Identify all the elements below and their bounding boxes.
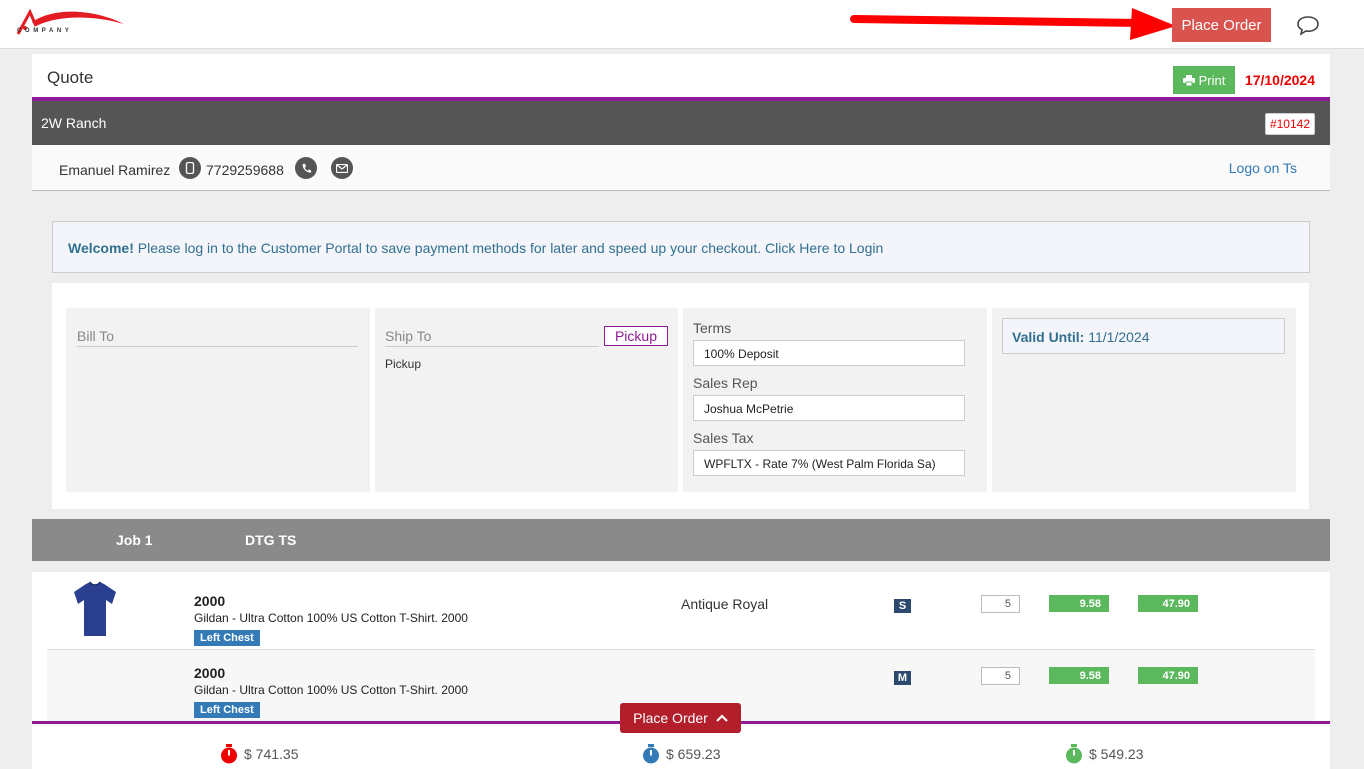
sales-tax-field[interactable]: WPFLTX - Rate 7% (West Palm Florida Sa) (693, 450, 965, 476)
email-icon[interactable] (331, 157, 353, 179)
logo-link[interactable]: Logo on Ts (1229, 160, 1297, 176)
address-section: Bill To Ship To Pickup Pickup Terms 100%… (52, 283, 1309, 509)
ship-to-panel: Ship To Pickup Pickup (375, 308, 678, 492)
print-button[interactable]: Print (1173, 66, 1235, 94)
print-label: Print (1198, 72, 1226, 88)
total-red: $ 741.35 (220, 744, 299, 764)
red-arrow-annotation (850, 8, 1176, 40)
place-order-bottom-button[interactable]: Place Order (620, 703, 741, 733)
company-name: 2W Ranch (41, 115, 107, 131)
chevron-up-icon (716, 714, 728, 722)
item-code: 2000 (194, 593, 226, 609)
company-bar: 2W Ranch #10142 (32, 101, 1330, 145)
terms-label: Terms (693, 320, 732, 336)
welcome-text[interactable]: Please log in to the Customer Portal to … (134, 240, 884, 256)
valid-until-label: Valid Until: (1012, 329, 1085, 345)
quantity-field[interactable]: 5 (981, 667, 1020, 685)
logo-text: COMPANY (17, 28, 73, 34)
place-order-button[interactable]: Place Order (1172, 8, 1271, 42)
sales-tax-label: Sales Tax (693, 430, 754, 446)
tshirt-image (74, 581, 116, 636)
bill-to-label: Bill To (77, 328, 358, 347)
total-blue: $ 659.23 (642, 744, 721, 764)
line-total: 47.90 (1138, 595, 1198, 612)
top-bar: COMPANY Place Order (0, 0, 1364, 49)
valid-until-value: 11/1/2024 (1088, 329, 1150, 345)
item-color: Antique Royal (681, 596, 769, 612)
sales-rep-field[interactable]: Joshua McPetrie (693, 395, 965, 421)
line-item-row: 2000 Gildan - Ultra Cotton 100% US Cotto… (47, 578, 1315, 654)
size-badge: M (894, 671, 911, 685)
pickup-button[interactable]: Pickup (603, 326, 668, 346)
sales-rep-label: Sales Rep (693, 375, 758, 391)
contact-name: Emanuel Ramirez (59, 162, 171, 178)
valid-until-box: Valid Until: 11/1/2024 (1002, 318, 1285, 354)
stopwatch-green-icon (1066, 744, 1082, 764)
quote-date: 17/10/2024 (1244, 72, 1315, 88)
place-order-bottom-label: Place Order (633, 710, 708, 726)
unit-price: 9.58 (1049, 667, 1109, 684)
stopwatch-red-icon (221, 744, 237, 764)
quote-number-badge: #10142 (1264, 113, 1315, 135)
contact-bar: Emanuel Ramirez 7729259688 Logo on Ts (32, 145, 1330, 191)
item-location-tag: Left Chest (194, 702, 260, 718)
quantity-field[interactable]: 5 (981, 595, 1020, 613)
terms-field[interactable]: 100% Deposit (693, 340, 965, 366)
job-name[interactable]: Job 1 (116, 532, 153, 548)
item-description: Gildan - Ultra Cotton 100% US Cotton T-S… (194, 683, 468, 697)
ship-to-value: Pickup (385, 357, 422, 371)
quote-header: Quote Print 17/10/2024 (32, 54, 1330, 101)
total-green: $ 549.23 (1065, 744, 1144, 764)
chat-icon[interactable] (1296, 14, 1320, 36)
page-title: Quote (47, 68, 94, 87)
ship-to-label: Ship To (385, 328, 599, 347)
unit-price: 9.58 (1049, 595, 1109, 612)
line-total: 47.90 (1138, 667, 1198, 684)
size-badge: S (894, 599, 911, 613)
valid-panel: Valid Until: 11/1/2024 (992, 308, 1296, 492)
line-items: 2000 Gildan - Ultra Cotton 100% US Cotto… (32, 572, 1330, 726)
stopwatch-blue-icon (643, 744, 659, 764)
welcome-bold: Welcome! (68, 240, 134, 256)
total-red-value: $ 741.35 (244, 746, 299, 762)
item-location-tag: Left Chest (194, 630, 260, 646)
company-logo[interactable] (16, 8, 128, 44)
item-description: Gildan - Ultra Cotton 100% US Cotton T-S… (194, 611, 468, 625)
contact-phone: 7729259688 (206, 162, 284, 178)
total-blue-value: $ 659.23 (666, 746, 721, 762)
welcome-alert: Welcome! Please log in to the Customer P… (52, 221, 1310, 273)
item-code: 2000 (194, 665, 226, 681)
terms-panel: Terms 100% Deposit Sales Rep Joshua McPe… (683, 308, 987, 492)
job-type: DTG TS (245, 532, 297, 548)
printer-icon (1182, 74, 1195, 86)
total-green-value: $ 549.23 (1089, 746, 1144, 762)
mobile-icon (179, 157, 201, 179)
job-header: Job 1 DTG TS (32, 519, 1330, 561)
phone-icon[interactable] (295, 157, 317, 179)
bill-to-panel: Bill To (66, 308, 370, 492)
